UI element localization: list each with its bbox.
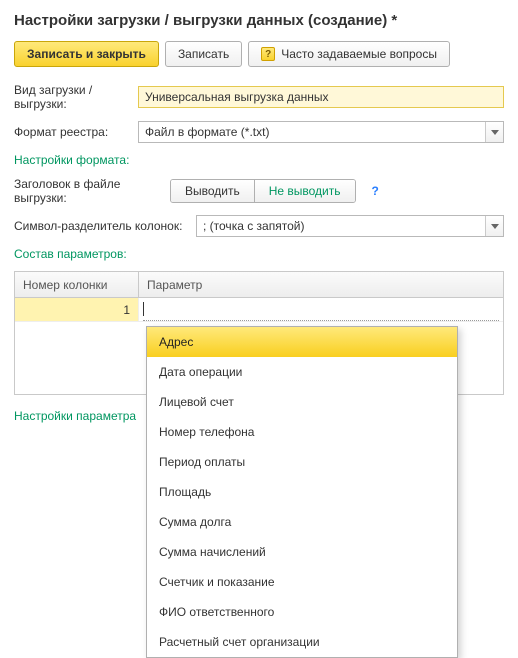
delim-select-value: ; (точка с запятой) xyxy=(203,219,304,233)
dropdown-item[interactable]: Расчетный счет организации xyxy=(147,627,457,657)
table-row[interactable]: 1 xyxy=(15,298,503,322)
delim-select[interactable]: ; (точка с запятой) xyxy=(196,215,504,237)
type-select[interactable]: Универсальная выгрузка данных xyxy=(138,86,504,108)
type-select-value: Универсальная выгрузка данных xyxy=(145,90,329,104)
col-number-header[interactable]: Номер колонки xyxy=(15,272,139,297)
format-settings-title: Настройки формата: xyxy=(14,153,504,167)
table-header: Номер колонки Параметр xyxy=(15,272,503,298)
dropdown-item[interactable]: Сумма долга xyxy=(147,507,457,537)
header-hide-button[interactable]: Не выводить xyxy=(254,180,355,202)
help-icon[interactable]: ? xyxy=(372,184,379,198)
dropdown-item[interactable]: Сумма начислений xyxy=(147,537,457,567)
delim-label: Символ-разделитель колонок: xyxy=(14,219,188,233)
format-select[interactable]: Файл в формате (*.txt) xyxy=(138,121,504,143)
dropdown-item[interactable]: Номер телефона xyxy=(147,417,457,447)
dropdown-item[interactable]: Адрес xyxy=(147,327,457,357)
text-caret xyxy=(143,302,144,316)
header-row: Заголовок в файле выгрузки: Выводить Не … xyxy=(14,177,504,205)
header-toggle: Выводить Не выводить xyxy=(170,179,356,203)
header-show-button[interactable]: Выводить xyxy=(171,180,254,202)
type-label: Вид загрузки / выгрузки: xyxy=(14,83,130,111)
cell-number[interactable]: 1 xyxy=(15,298,139,321)
chevron-down-icon[interactable] xyxy=(485,122,503,142)
header-label: Заголовок в файле выгрузки: xyxy=(14,177,162,205)
dropdown-item[interactable]: Площадь xyxy=(147,477,457,507)
type-row: Вид загрузки / выгрузки: Универсальная в… xyxy=(14,83,504,111)
cell-param[interactable] xyxy=(139,298,503,321)
params-title: Состав параметров: xyxy=(14,247,504,261)
dropdown-item[interactable]: Лицевой счет xyxy=(147,387,457,417)
dropdown-item[interactable]: ФИО ответственного xyxy=(147,597,457,627)
format-select-value: Файл в формате (*.txt) xyxy=(145,125,269,139)
faq-label: Часто задаваемые вопросы xyxy=(281,47,437,61)
save-and-close-button[interactable]: Записать и закрыть xyxy=(14,41,159,67)
question-icon: ? xyxy=(261,47,275,61)
page-title: Настройки загрузки / выгрузки данных (со… xyxy=(14,12,504,29)
toolbar: Записать и закрыть Записать ? Часто зада… xyxy=(14,41,504,67)
chevron-down-icon[interactable] xyxy=(485,216,503,236)
format-label: Формат реестра: xyxy=(14,125,130,139)
delim-row: Символ-разделитель колонок: ; (точка с з… xyxy=(14,215,504,237)
save-button[interactable]: Записать xyxy=(165,41,242,67)
param-dropdown[interactable]: АдресДата операцииЛицевой счетНомер теле… xyxy=(146,326,458,658)
dropdown-item[interactable]: Дата операции xyxy=(147,357,457,387)
col-param-header[interactable]: Параметр xyxy=(139,272,503,297)
dropdown-item[interactable]: Период оплаты xyxy=(147,447,457,477)
dropdown-item[interactable]: Счетчик и показание xyxy=(147,567,457,597)
param-input[interactable] xyxy=(143,298,499,321)
faq-button[interactable]: ? Часто задаваемые вопросы xyxy=(248,41,450,67)
format-row: Формат реестра: Файл в формате (*.txt) xyxy=(14,121,504,143)
